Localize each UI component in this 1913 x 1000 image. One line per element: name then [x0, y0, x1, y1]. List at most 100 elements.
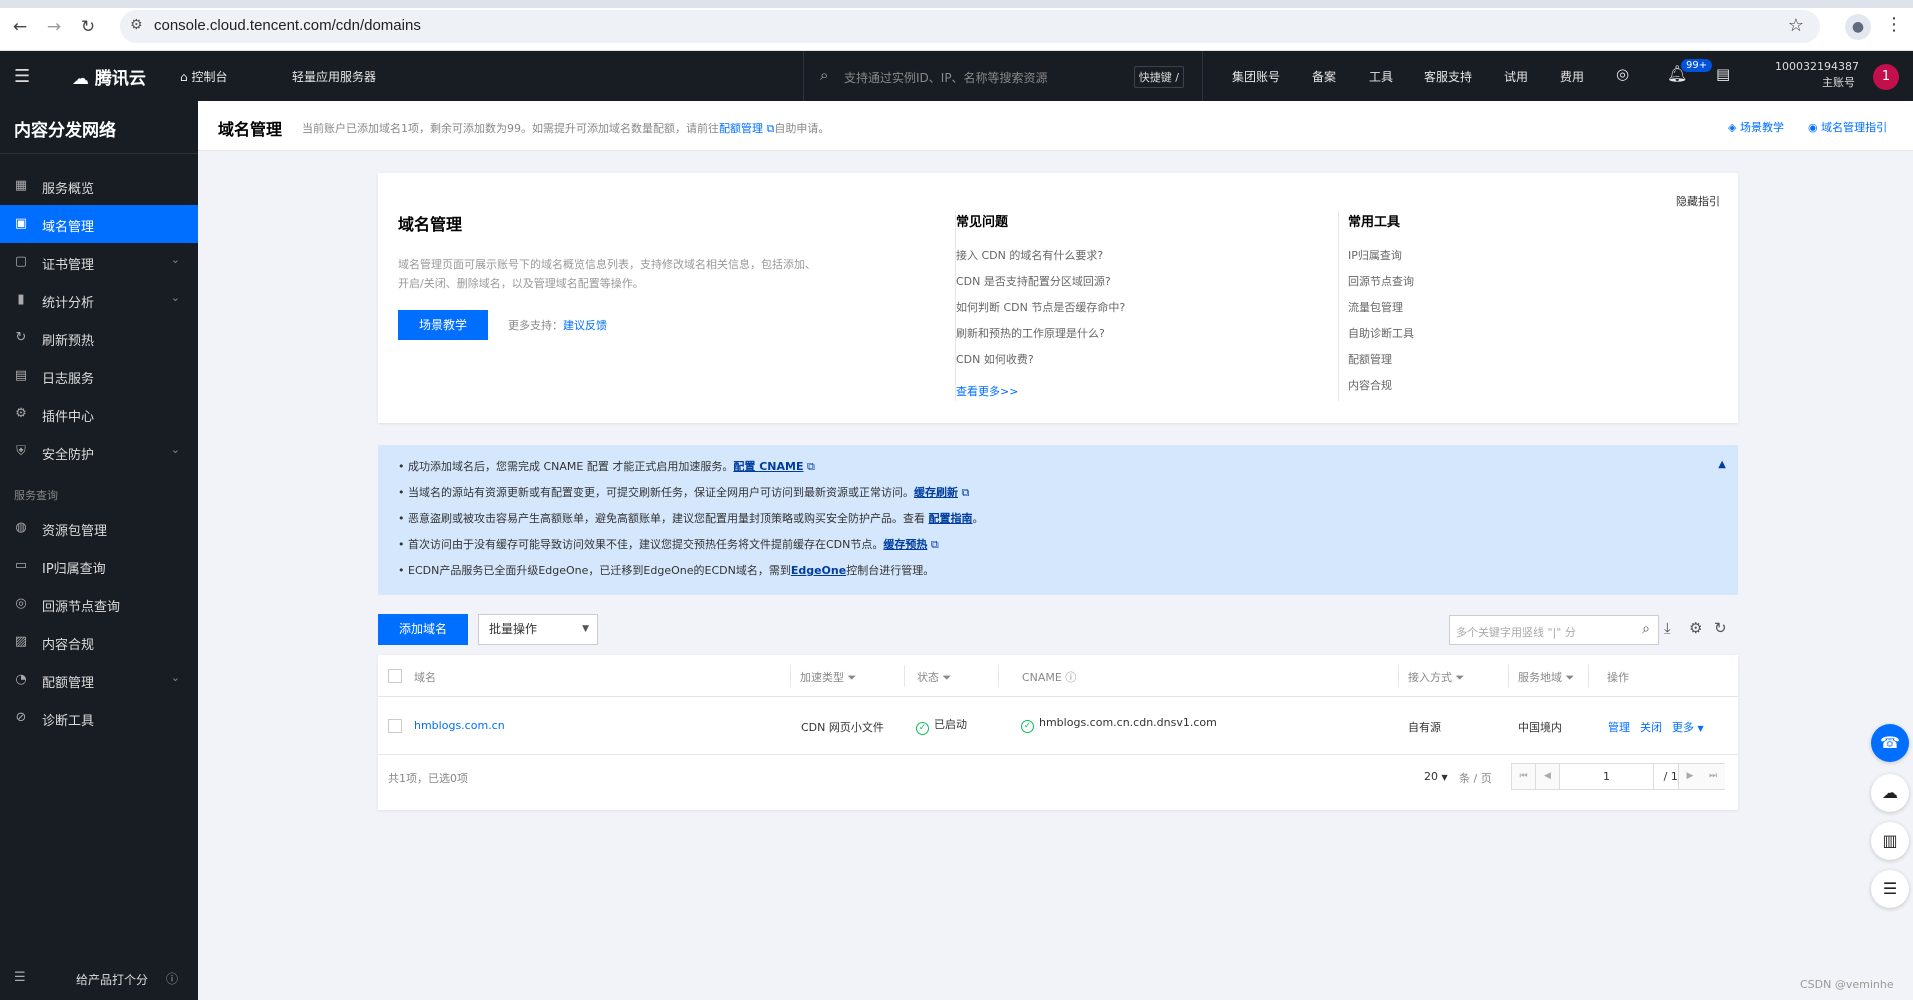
collapse-up-icon[interactable]: ▲: [1718, 459, 1726, 470]
sidebar-item-nodes[interactable]: ◎ 回源节点查询: [0, 585, 198, 623]
help-icon[interactable]: ⓘ: [166, 970, 178, 987]
hide-guide-link[interactable]: 隐藏指引: [1676, 193, 1720, 209]
sidebar-item-diagnose[interactable]: ⊘ 诊断工具: [0, 699, 198, 737]
global-search[interactable]: ⌕ 支持通过实例ID、IP、名称等搜索资源 快捷键 /: [803, 51, 1203, 101]
tool-link[interactable]: 配额管理: [1348, 351, 1414, 377]
info-icon[interactable]: ⓘ: [1065, 671, 1076, 684]
tool-link[interactable]: 回源节点查询: [1348, 273, 1414, 299]
search-icon[interactable]: ⌕: [1642, 621, 1650, 637]
first-page-icon[interactable]: ⏮: [1512, 764, 1536, 789]
nav-support[interactable]: 客服支持: [1424, 68, 1472, 85]
forward-icon[interactable]: →: [42, 17, 66, 37]
faq-link[interactable]: CDN 是否支持配置分区域回源?: [956, 273, 1125, 299]
notice-panel: ▲ • 成功添加域名后，您需完成 CNAME 配置 才能正式启用加速服务。配置 …: [378, 445, 1738, 595]
sidebar-item-packages[interactable]: ◍ 资源包管理: [0, 509, 198, 547]
col-access[interactable]: 接入方式 ⏷: [1408, 669, 1464, 685]
check-circle-icon: ✓: [916, 722, 929, 735]
faq-more-link[interactable]: 查看更多>>: [956, 383, 1125, 399]
col-region[interactable]: 服务地域 ⏷: [1518, 669, 1574, 685]
domain-link[interactable]: hmblogs.com.cn: [414, 719, 505, 732]
last-page-icon[interactable]: ⏭: [1701, 764, 1725, 789]
row-checkbox[interactable]: [388, 719, 402, 733]
add-domain-button[interactable]: 添加域名: [378, 614, 468, 645]
col-status[interactable]: 状态 ⏷: [917, 669, 951, 685]
notice-link[interactable]: EdgeOne: [791, 564, 846, 577]
collapse-icon[interactable]: ☰: [14, 970, 26, 985]
cloud-chat-icon[interactable]: ☁: [1871, 774, 1909, 812]
notice-link[interactable]: 缓存刷新: [914, 486, 958, 499]
list-icon[interactable]: ☰: [1871, 870, 1909, 908]
sidebar-item-domains[interactable]: ▣ 域名管理: [0, 205, 198, 243]
chevron-down-icon: ⌄: [170, 253, 180, 266]
sidebar-item-certs[interactable]: ▢ 证书管理 ⌄: [0, 243, 198, 281]
cloud-logo-icon: ☁: [72, 69, 89, 89]
batch-operation-select[interactable]: 批量操作 ▼: [478, 614, 598, 645]
notice-link[interactable]: 配置指南: [929, 512, 973, 525]
book-icon[interactable]: ▥: [1871, 822, 1909, 860]
console-link[interactable]: ⌂ 控制台: [180, 68, 227, 85]
notice-item: • 成功添加域名后，您需完成 CNAME 配置 才能正式启用加速服务。配置 CN…: [398, 460, 815, 473]
notice-link[interactable]: 缓存预热: [883, 538, 927, 551]
faq-link[interactable]: 刷新和预热的工作原理是什么?: [956, 325, 1125, 351]
domain-guide-link[interactable]: ◉ 域名管理指引: [1808, 119, 1887, 135]
compass-icon[interactable]: ◎: [1616, 65, 1629, 83]
browser-menu-icon[interactable]: ⋮: [1885, 14, 1903, 35]
more-dropdown[interactable]: 更多 ▼: [1672, 719, 1704, 735]
nav-tools[interactable]: 工具: [1369, 68, 1393, 85]
headset-icon[interactable]: ☎: [1871, 724, 1909, 762]
hamburger-menu-icon[interactable]: ☰: [14, 66, 30, 87]
bookmark-star-icon[interactable]: ☆: [1788, 15, 1804, 36]
prev-page-icon[interactable]: ◀: [1536, 764, 1560, 789]
rate-product-link[interactable]: 给产品打个分: [76, 971, 148, 988]
nav-group-account[interactable]: 集团账号: [1232, 68, 1280, 85]
sidebar-item-label: IP归属查询: [42, 562, 106, 577]
scene-teaching-button[interactable]: 场景教学: [398, 310, 488, 340]
nav-beian[interactable]: 备案: [1312, 68, 1336, 85]
sidebar-item-stats[interactable]: ▮ 统计分析 ⌄: [0, 281, 198, 319]
quota-link[interactable]: 配额管理: [719, 122, 763, 135]
account-info[interactable]: 100032194387 主账号: [1775, 59, 1859, 91]
sidebar-item-security[interactable]: ⛨ 安全防护 ⌄: [0, 433, 198, 471]
faq-link[interactable]: CDN 如何收费?: [956, 351, 1125, 377]
sidebar-item-ip[interactable]: ▭ IP归属查询: [0, 547, 198, 585]
logo[interactable]: ☁ 腾讯云: [72, 64, 146, 89]
manage-link[interactable]: 管理: [1608, 719, 1630, 735]
domain-search-input[interactable]: 多个关键字用竖线 "|" 分 ⌕: [1449, 615, 1659, 645]
feedback-link[interactable]: 建议反馈: [563, 319, 607, 332]
page-input[interactable]: 1: [1560, 764, 1654, 789]
col-type[interactable]: 加速类型 ⏷: [800, 669, 856, 685]
back-icon[interactable]: ←: [8, 17, 32, 37]
sidebar-item-logs[interactable]: ▤ 日志服务: [0, 357, 198, 395]
chevron-down-icon: ⌄: [170, 443, 180, 456]
site-info-icon[interactable]: ⚙: [130, 17, 143, 33]
tool-link[interactable]: 内容合规: [1348, 377, 1414, 403]
reload-icon[interactable]: ↻: [76, 17, 100, 37]
guide-card: 隐藏指引 域名管理 域名管理页面可展示账号下的域名概览信息列表，支持修改域名相关…: [378, 173, 1738, 423]
page-size-select[interactable]: 20 ▼: [1424, 770, 1448, 783]
close-link[interactable]: 关闭: [1640, 719, 1662, 735]
select-all-checkbox[interactable]: [388, 669, 402, 683]
refresh-icon[interactable]: ↻: [1714, 619, 1727, 637]
sidebar-item-plugins[interactable]: ⚙ 插件中心: [0, 395, 198, 433]
nav-trial[interactable]: 试用: [1504, 68, 1528, 85]
sidebar-item-compliance[interactable]: ▨ 内容合规: [0, 623, 198, 661]
wallet-icon[interactable]: ▤: [1716, 65, 1730, 83]
sidebar-item-overview[interactable]: ▦ 服务概览: [0, 167, 198, 205]
sidebar-item-refresh[interactable]: ↻ 刷新预热: [0, 319, 198, 357]
nav-billing[interactable]: 费用: [1560, 68, 1584, 85]
next-page-icon[interactable]: ▶: [1678, 764, 1702, 789]
faq-link[interactable]: 接入 CDN 的域名有什么要求?: [956, 247, 1125, 273]
faq-link[interactable]: 如何判断 CDN 节点是否缓存命中?: [956, 299, 1125, 325]
address-bar[interactable]: ⚙ console.cloud.tencent.com/cdn/domains …: [120, 10, 1820, 43]
profile-icon[interactable]: ●: [1845, 14, 1871, 40]
gear-icon[interactable]: ⚙: [1689, 619, 1702, 637]
download-icon[interactable]: ⤓: [1664, 619, 1671, 637]
tool-link[interactable]: 自助诊断工具: [1348, 325, 1414, 351]
notice-link[interactable]: 配置 CNAME: [733, 460, 803, 473]
tool-link[interactable]: IP归属查询: [1348, 247, 1414, 273]
lighthouse-link[interactable]: 轻量应用服务器: [292, 68, 376, 85]
scene-teaching-link[interactable]: ◈ 场景教学: [1728, 119, 1784, 135]
tool-link[interactable]: 流量包管理: [1348, 299, 1414, 325]
sidebar-item-quota[interactable]: ◔ 配额管理 ⌄: [0, 661, 198, 699]
avatar[interactable]: 1: [1873, 64, 1899, 90]
